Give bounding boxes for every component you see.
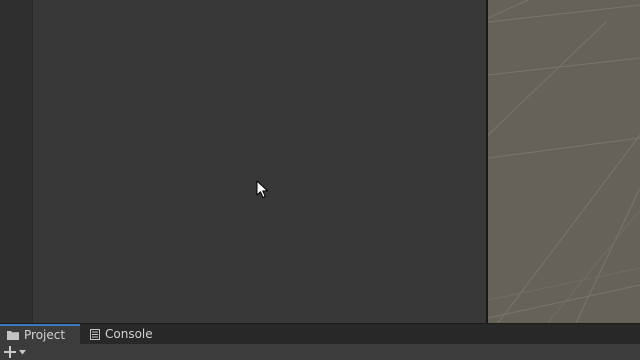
folder-icon xyxy=(7,330,19,340)
chevron-down-icon xyxy=(19,349,26,355)
project-toolbar xyxy=(0,344,640,360)
scene-grid xyxy=(488,0,640,323)
scene-view[interactable] xyxy=(488,0,640,323)
tab-console[interactable]: Console xyxy=(84,324,164,344)
bottom-tab-bar: Project Console xyxy=(0,324,640,344)
mouse-cursor-icon xyxy=(256,180,270,200)
tab-console-label: Console xyxy=(105,327,153,341)
editor-window: Project Console xyxy=(0,0,640,360)
tab-project-label: Project xyxy=(24,328,66,342)
add-asset-button[interactable] xyxy=(4,345,26,359)
console-icon xyxy=(90,328,100,340)
hierarchy-panel[interactable] xyxy=(33,0,486,323)
left-toolbar-strip xyxy=(0,0,33,323)
tab-project[interactable]: Project xyxy=(0,324,80,344)
plus-icon xyxy=(4,346,16,358)
